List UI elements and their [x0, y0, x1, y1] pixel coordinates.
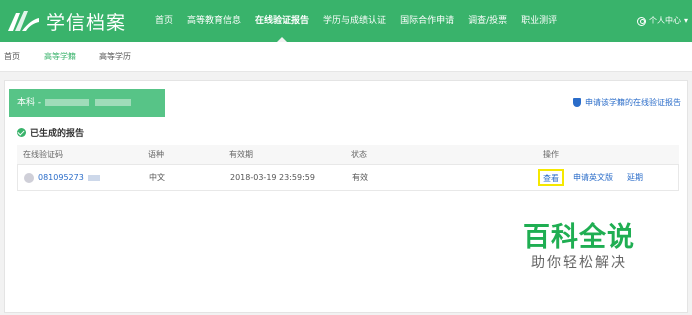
nav-item-online-verification-report[interactable]: 在线验证报告	[248, 0, 316, 42]
top-navigation-bar: 学信档案 首页 高等教育信息 在线验证报告 学历与成绩认证 国际合作申请 调查/…	[0, 0, 692, 42]
enrollment-tab-label: 本科 -	[17, 98, 42, 108]
breadcrumb-subnav: 首页 高等学籍 高等学历	[0, 42, 692, 72]
user-icon	[636, 16, 646, 26]
apply-report-link[interactable]: 申请该学籍的在线验证报告	[573, 97, 681, 108]
section-title-text: 已生成的报告	[30, 129, 85, 139]
extend-link[interactable]: 延期	[627, 165, 643, 190]
section-title: 已生成的报告	[17, 126, 84, 139]
avatar	[24, 172, 34, 183]
apply-english-link[interactable]: 申请英文版	[573, 165, 613, 190]
watermark-sub-text: 助你轻松解决	[531, 255, 627, 271]
main-nav: 首页 高等教育信息 在线验证报告 学历与成绩认证 国际合作申请 调查/投票 职业…	[148, 0, 564, 42]
table-header: 在线验证码 语种 有效期 状态 操作	[17, 145, 679, 165]
nav-item-higher-education-info[interactable]: 高等教育信息	[180, 0, 248, 42]
col-header-valid-until: 有效期	[229, 150, 253, 159]
col-header-actions: 操作	[543, 150, 559, 159]
logo-text: 学信档案	[46, 11, 127, 34]
subnav-item-home[interactable]: 首页	[4, 42, 20, 72]
logo-mark-icon	[8, 11, 39, 31]
check-circle-icon	[17, 128, 26, 137]
report-card: 本科 - 申请该学籍的在线验证报告 已生成的报告 在线验证码 语种 有效期 状态…	[4, 80, 688, 313]
nav-item-international-cooperation[interactable]: 国际合作申请	[393, 0, 461, 42]
subnav-item-higher-degree[interactable]: 高等学历	[99, 42, 131, 72]
watermark-main-text: 百科全说	[523, 222, 635, 253]
watermark: 百科全说 助你轻松解决	[514, 222, 644, 272]
nav-item-career-assessment[interactable]: 职业测评	[514, 0, 564, 42]
redacted-code-suffix	[87, 174, 100, 181]
valid-until-cell: 2018-03-19 23:59:59	[230, 173, 315, 182]
caret-down-icon: ▾	[683, 16, 688, 25]
report-table: 在线验证码 语种 有效期 状态 操作 081095273 中文 2018-03-…	[17, 145, 679, 191]
enrollment-tab[interactable]: 本科 -	[9, 89, 165, 117]
col-header-language: 语种	[148, 150, 164, 159]
verification-code: 081095273	[38, 173, 84, 182]
col-header-status: 状态	[351, 150, 367, 159]
apply-report-link-label: 申请该学籍的在线验证报告	[585, 98, 681, 107]
site-logo[interactable]: 学信档案	[6, 7, 126, 35]
nav-item-degree-certification[interactable]: 学历与成绩认证	[316, 0, 393, 42]
view-button[interactable]: 查看	[538, 169, 564, 186]
redacted-school-name	[45, 99, 90, 106]
user-menu[interactable]: 个人中心 ▾	[636, 0, 688, 42]
subnav-item-higher-enrollment[interactable]: 高等学籍	[44, 42, 76, 72]
table-row: 081095273 中文 2018-03-19 23:59:59 有效 查看 申…	[17, 165, 679, 191]
nav-item-home[interactable]: 首页	[148, 0, 180, 42]
user-menu-label: 个人中心	[648, 16, 681, 25]
col-header-code: 在线验证码	[23, 150, 63, 159]
redacted-major-name	[95, 99, 132, 106]
language-cell: 中文	[149, 173, 165, 182]
status-cell: 有效	[352, 173, 368, 182]
shield-icon	[573, 98, 581, 107]
verification-code-cell[interactable]: 081095273	[24, 165, 100, 190]
nav-item-survey-vote[interactable]: 调查/投票	[461, 0, 514, 42]
